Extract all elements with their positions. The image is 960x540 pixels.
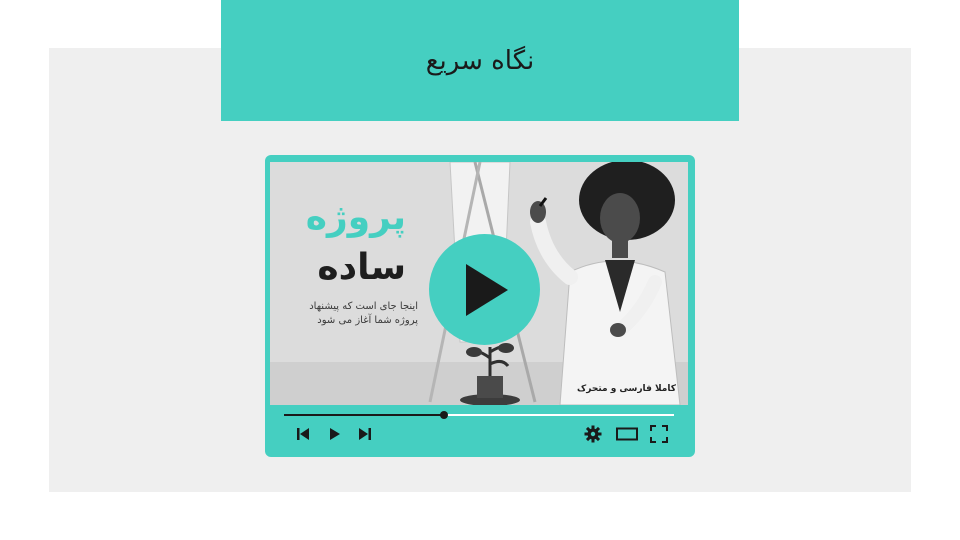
progress-bar[interactable] [284,411,674,419]
video-player[interactable]: پروژه ساده اینجا جای است که پیشنهاد پروژ… [265,155,695,457]
progress-handle[interactable] [439,411,448,419]
progress-fill [284,414,444,416]
play-button[interactable] [325,424,345,444]
video-description: اینجا جای است که پیشنهاد پروژه شما آغاز … [309,301,418,326]
theater-mode-button[interactable] [615,424,639,444]
video-heading-line1: پروژه [305,197,406,238]
page-title: نگاه سریع [425,45,535,76]
play-icon [330,428,340,440]
video-heading-line2: ساده [317,247,406,288]
skip-previous-icon [297,428,309,440]
fullscreen-icon [650,425,668,443]
video-frame[interactable]: پروژه ساده اینجا جای است که پیشنهاد پروژ… [270,162,688,405]
next-button[interactable] [355,424,375,444]
previous-button[interactable] [293,424,313,444]
play-icon [465,263,508,316]
gear-icon [584,425,602,443]
video-caption: کاملا فارسی و متحرک [577,384,676,394]
skip-next-icon [359,428,371,440]
settings-button[interactable] [583,424,603,444]
fullscreen-button[interactable] [649,424,669,444]
big-play-button[interactable] [429,234,540,345]
title-banner: نگاه سریع [221,0,739,121]
theater-mode-icon [616,427,638,441]
